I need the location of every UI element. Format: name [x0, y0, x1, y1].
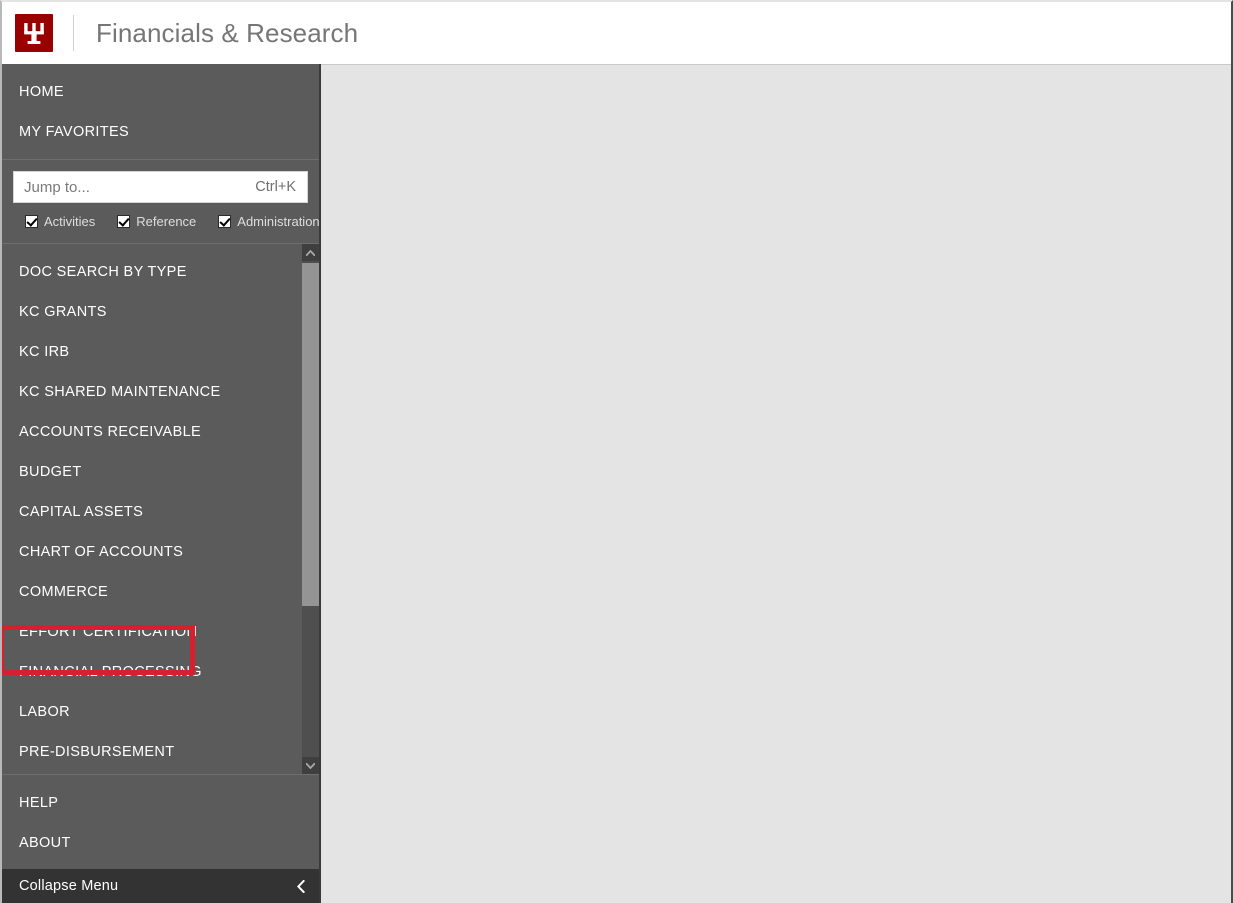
chevron-left-icon — [297, 879, 305, 893]
sidebar-menu-list: DOC SEARCH BY TYPE KC GRANTS KC IRB KC S… — [2, 244, 302, 774]
app-header: Financials & Research — [2, 2, 1231, 64]
sidebar-item-kc-shared-maintenance[interactable]: KC SHARED MAINTENANCE — [2, 372, 302, 412]
application-window: Financials & Research HOME MY FAVORITES … — [0, 0, 1233, 903]
sidebar-item-about[interactable]: ABOUT — [2, 823, 319, 863]
sidebar-bottom-group: HELP ABOUT — [2, 775, 319, 869]
sidebar-item-kc-grants[interactable]: KC GRANTS — [2, 292, 302, 332]
sidebar-menu-scroll-region: DOC SEARCH BY TYPE KC GRANTS KC IRB KC S… — [2, 243, 319, 775]
sidebar-item-home[interactable]: HOME — [2, 72, 319, 112]
filter-activities[interactable]: Activities — [25, 214, 95, 229]
sidebar-item-effort-certification[interactable]: EFFORT CERTIFICATION — [2, 612, 302, 652]
header-divider — [73, 15, 74, 51]
sidebar-item-doc-search-by-type[interactable]: DOC SEARCH BY TYPE — [2, 252, 302, 292]
filter-administration-label: Administration — [237, 214, 320, 229]
sidebar-item-commerce[interactable]: COMMERCE — [2, 572, 302, 612]
sidebar-item-accounts-receivable[interactable]: ACCOUNTS RECEIVABLE — [2, 412, 302, 452]
search-filter-group: Activities Reference Administration — [13, 203, 320, 229]
page-title: Financials & Research — [96, 17, 359, 48]
iu-trident-logo[interactable] — [15, 14, 53, 52]
sidebar-item-labor[interactable]: LABOR — [2, 692, 302, 732]
sidebar-item-pre-disbursement[interactable]: PRE-DISBURSEMENT — [2, 732, 302, 772]
filter-administration[interactable]: Administration — [218, 214, 320, 229]
search-input[interactable] — [14, 173, 256, 201]
collapse-menu-button[interactable]: Collapse Menu — [2, 869, 319, 903]
sidebar-top-group: HOME MY FAVORITES — [2, 64, 319, 160]
sidebar-item-my-favorites[interactable]: MY FAVORITES — [2, 112, 319, 152]
sidebar-item-chart-of-accounts[interactable]: CHART OF ACCOUNTS — [2, 532, 302, 572]
filter-reference[interactable]: Reference — [117, 214, 196, 229]
sidebar-scrollbar[interactable] — [302, 244, 319, 774]
sidebar-search-block: Ctrl+K Activities Reference Administrati… — [2, 160, 320, 229]
scrollbar-thumb[interactable] — [302, 263, 319, 606]
sidebar-item-help[interactable]: HELP — [2, 783, 319, 823]
scroll-down-button[interactable] — [302, 757, 319, 774]
filter-reference-label: Reference — [136, 214, 197, 229]
sidebar-item-kc-irb[interactable]: KC IRB — [2, 332, 302, 372]
sidebar-item-capital-assets[interactable]: CAPITAL ASSETS — [2, 492, 302, 532]
search-field-wrapper[interactable]: Ctrl+K — [13, 171, 308, 203]
scroll-up-button[interactable] — [302, 244, 319, 261]
sidebar-navigation: HOME MY FAVORITES Ctrl+K Activities Refe… — [2, 64, 321, 903]
checkbox-activities[interactable] — [25, 215, 38, 228]
collapse-menu-label: Collapse Menu — [19, 878, 119, 894]
sidebar-item-financial-processing[interactable]: FINANCIAL PROCESSING — [2, 652, 302, 692]
search-shortcut-hint: Ctrl+K — [255, 179, 296, 195]
checkbox-administration[interactable] — [218, 215, 232, 228]
checkbox-reference[interactable] — [117, 215, 131, 228]
sidebar-item-budget[interactable]: BUDGET — [2, 452, 302, 492]
filter-activities-label: Activities — [44, 214, 96, 229]
